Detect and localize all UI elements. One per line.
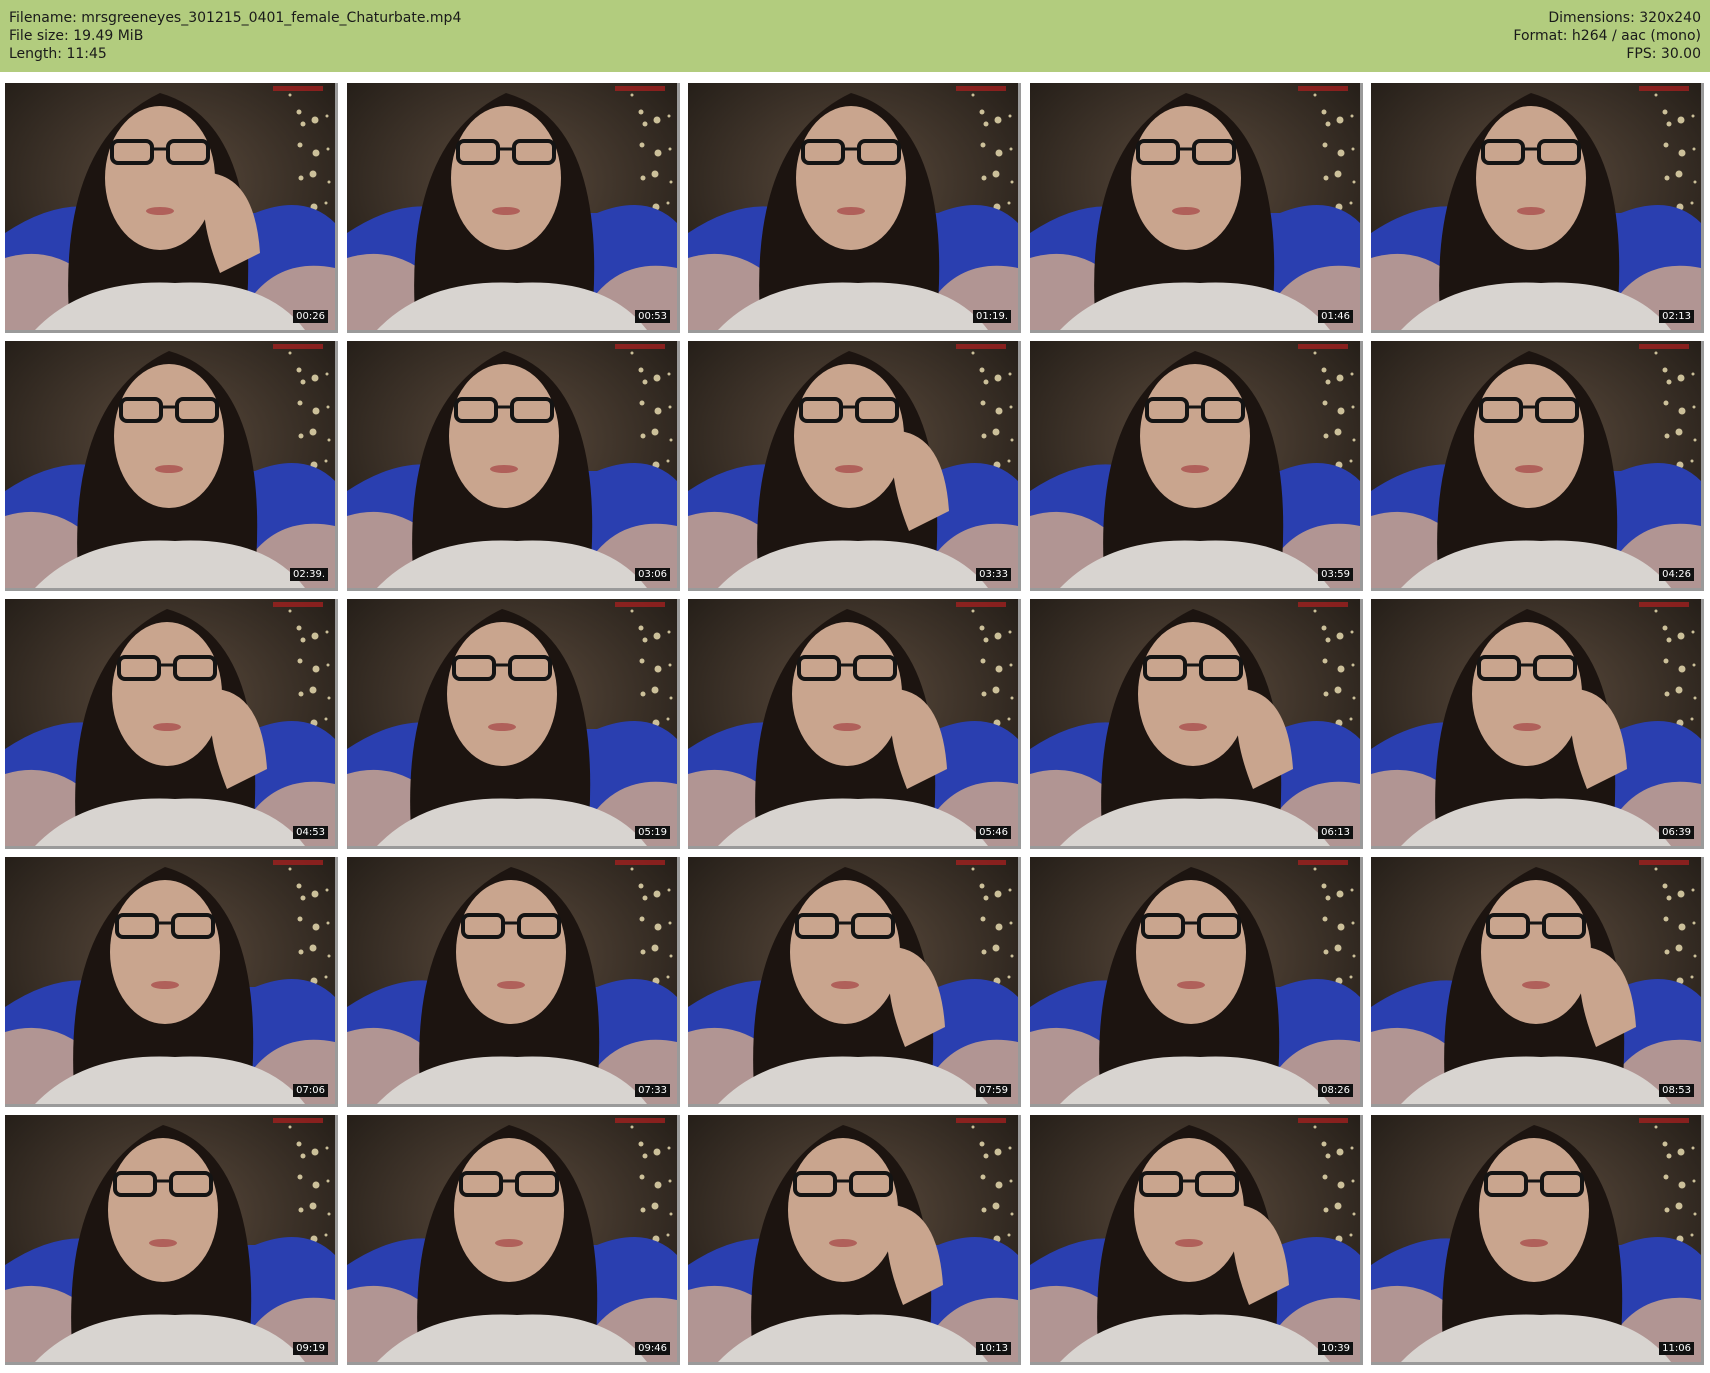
fps-text: FPS: 30.00 — [1626, 46, 1701, 62]
filename-text: Filename: mrsgreeneyes_301215_0401_femal… — [9, 10, 462, 26]
timestamp-label: 00:26 — [293, 310, 328, 323]
timestamp-label: 03:33 — [976, 568, 1011, 581]
timestamp-label: 10:13 — [976, 1342, 1011, 1355]
file-info-right: Dimensions: 320x240 Format: h264 / aac (… — [1513, 9, 1701, 63]
video-thumbnail: 07:06 — [5, 857, 338, 1107]
video-thumbnail: 05:46 — [688, 599, 1021, 849]
frame-image — [1371, 599, 1701, 846]
file-info-left: Filename: mrsgreeneyes_301215_0401_femal… — [9, 9, 461, 63]
frame-image — [347, 341, 677, 588]
frame-image — [1030, 857, 1360, 1104]
frame-image — [1371, 857, 1701, 1104]
frame-image — [1371, 83, 1701, 330]
timestamp-label: 09:46 — [635, 1342, 670, 1355]
video-thumbnail: 04:26 — [1371, 341, 1704, 591]
timestamp-label: 08:26 — [1318, 1084, 1353, 1097]
frame-image — [1371, 341, 1701, 588]
format-text: Format: h264 / aac (mono) — [1513, 28, 1701, 44]
video-thumbnail: 10:39 — [1030, 1115, 1363, 1365]
frame-image — [5, 1115, 335, 1362]
frame-image — [5, 599, 335, 846]
video-thumbnail: 07:33 — [347, 857, 680, 1107]
video-thumbnail: 01:19. — [688, 83, 1021, 333]
frame-image — [688, 341, 1018, 588]
frame-image — [5, 341, 335, 588]
timestamp-label: 08:53 — [1659, 1084, 1694, 1097]
video-thumbnail: 02:39. — [5, 341, 338, 591]
video-thumbnail: 06:13 — [1030, 599, 1363, 849]
video-thumbnail: 05:19 — [347, 599, 680, 849]
timestamp-label: 07:59 — [976, 1084, 1011, 1097]
video-thumbnail: 09:19 — [5, 1115, 338, 1365]
frame-image — [688, 857, 1018, 1104]
timestamp-label: 07:06 — [293, 1084, 328, 1097]
header-divider — [0, 72, 1710, 78]
timestamp-label: 04:26 — [1659, 568, 1694, 581]
frame-image — [347, 83, 677, 330]
timestamp-label: 10:39 — [1318, 1342, 1353, 1355]
timestamp-label: 03:59 — [1318, 568, 1353, 581]
timestamp-label: 02:39. — [290, 568, 328, 581]
filesize-text: File size: 19.49 MiB — [9, 28, 144, 44]
video-thumbnail: 08:26 — [1030, 857, 1363, 1107]
timestamp-label: 04:53 — [293, 826, 328, 839]
video-thumbnail: 10:13 — [688, 1115, 1021, 1365]
video-thumbnail: 00:26 — [5, 83, 338, 333]
video-thumbnail: 08:53 — [1371, 857, 1704, 1107]
timestamp-label: 06:13 — [1318, 826, 1353, 839]
frame-image — [347, 1115, 677, 1362]
timestamp-label: 02:13 — [1659, 310, 1694, 323]
frame-image — [5, 83, 335, 330]
frame-image — [347, 857, 677, 1104]
timestamp-label: 11:06 — [1659, 1342, 1694, 1355]
video-thumbnail: 11:06 — [1371, 1115, 1704, 1365]
frame-image — [1371, 1115, 1701, 1362]
frame-image — [1030, 83, 1360, 330]
frame-image — [688, 1115, 1018, 1362]
video-thumbnail: 03:33 — [688, 341, 1021, 591]
thumbnail-grid: 00:26 00:53 01:19. 01:46 02:13 02:39. 03:06 03:… — [5, 83, 1707, 1370]
video-thumbnail: 07:59 — [688, 857, 1021, 1107]
length-text: Length: 11:45 — [9, 46, 107, 62]
frame-image — [688, 83, 1018, 330]
dimensions-text: Dimensions: 320x240 — [1548, 10, 1701, 26]
frame-image — [1030, 1115, 1360, 1362]
timestamp-label: 01:19. — [973, 310, 1011, 323]
timestamp-label: 00:53 — [635, 310, 670, 323]
timestamp-label: 07:33 — [635, 1084, 670, 1097]
timestamp-label: 05:19 — [635, 826, 670, 839]
video-thumbnail: 00:53 — [347, 83, 680, 333]
frame-image — [688, 599, 1018, 846]
timestamp-label: 03:06 — [635, 568, 670, 581]
video-thumbnail: 01:46 — [1030, 83, 1363, 333]
video-thumbnail: 03:06 — [347, 341, 680, 591]
file-info-header: Filename: mrsgreeneyes_301215_0401_femal… — [0, 0, 1710, 72]
timestamp-label: 01:46 — [1318, 310, 1353, 323]
frame-image — [1030, 599, 1360, 846]
frame-image — [1030, 341, 1360, 588]
frame-image — [347, 599, 677, 846]
timestamp-label: 05:46 — [976, 826, 1011, 839]
video-thumbnail: 02:13 — [1371, 83, 1704, 333]
timestamp-label: 06:39 — [1659, 826, 1694, 839]
video-thumbnail: 04:53 — [5, 599, 338, 849]
video-thumbnail: 06:39 — [1371, 599, 1704, 849]
video-thumbnail: 09:46 — [347, 1115, 680, 1365]
video-thumbnail: 03:59 — [1030, 341, 1363, 591]
timestamp-label: 09:19 — [293, 1342, 328, 1355]
frame-image — [5, 857, 335, 1104]
